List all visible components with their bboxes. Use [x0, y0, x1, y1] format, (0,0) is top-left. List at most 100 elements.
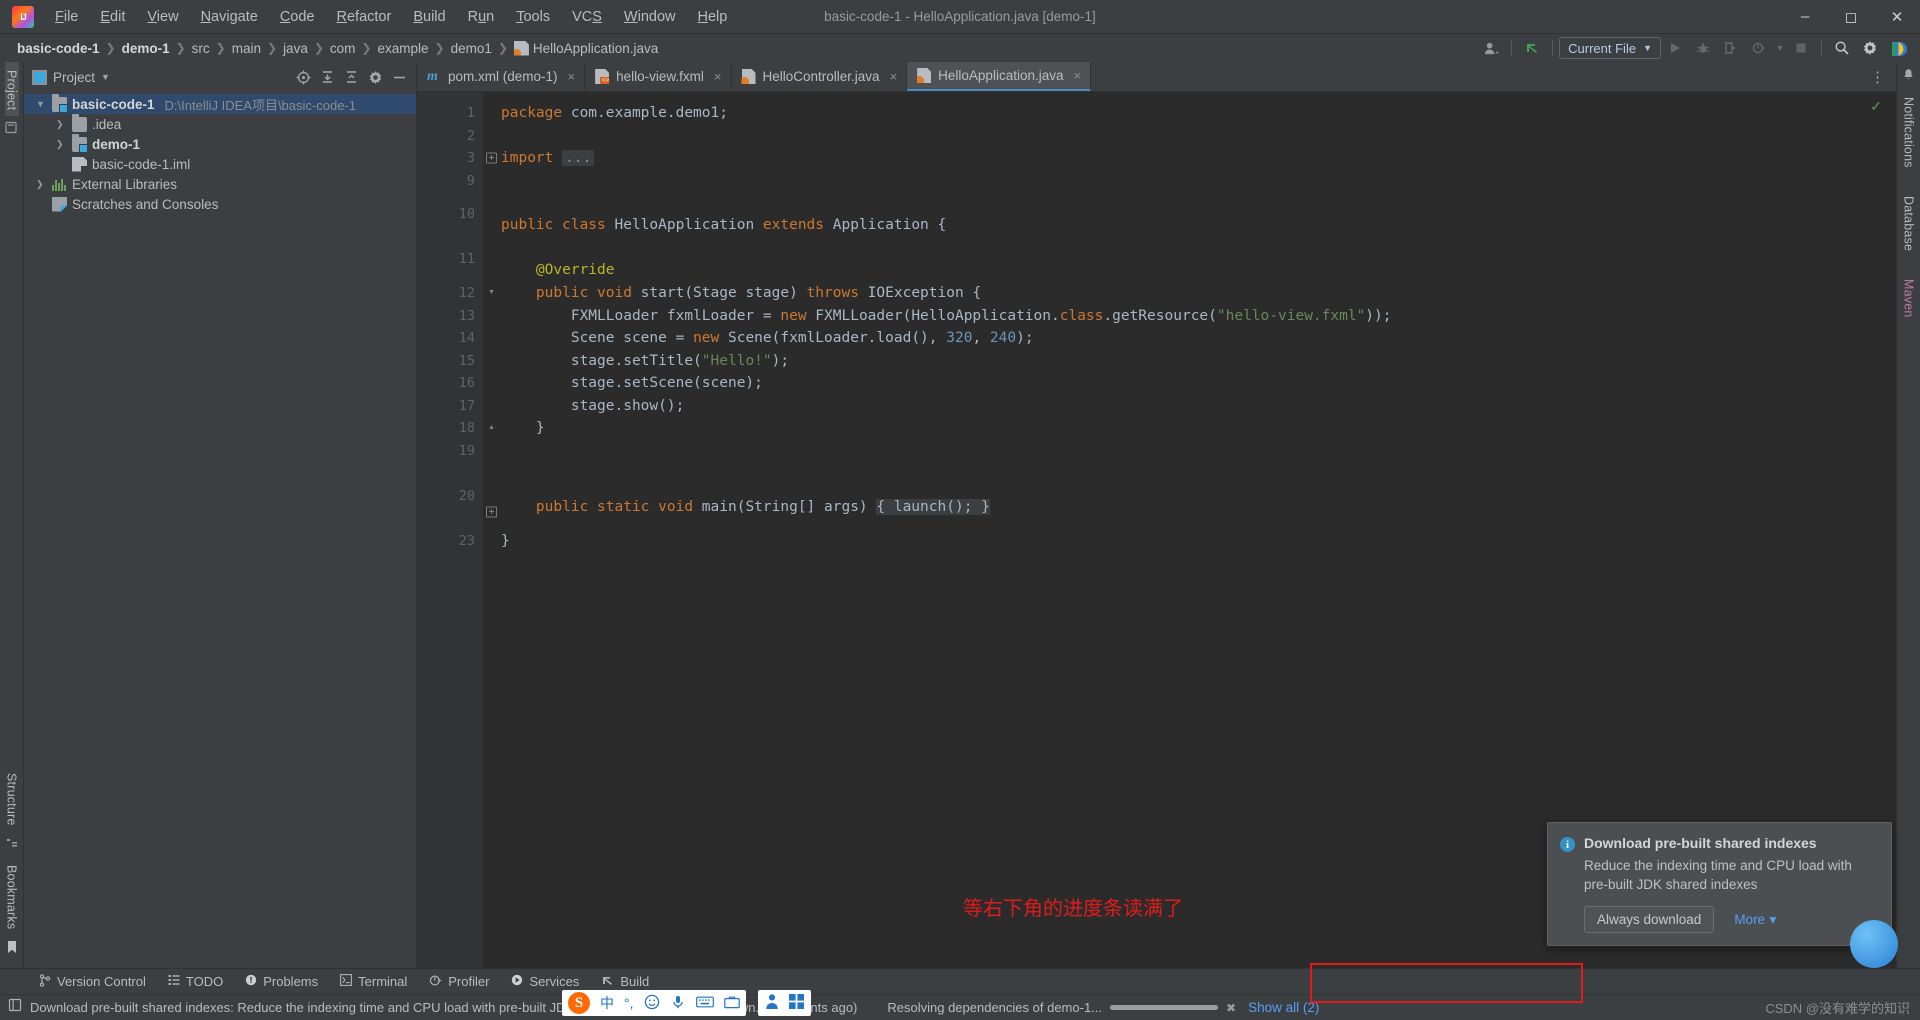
- search-everywhere-icon[interactable]: [1828, 36, 1856, 60]
- microphone-icon[interactable]: [670, 994, 686, 1013]
- breadcrumb-item-8[interactable]: HelloApplication.java: [509, 40, 663, 57]
- close-icon[interactable]: ×: [568, 69, 576, 84]
- profiler-icon[interactable]: [1745, 36, 1773, 60]
- gear-icon[interactable]: [364, 66, 386, 88]
- bottom-tab-services[interactable]: Services: [500, 971, 590, 992]
- assistant-bubble-icon[interactable]: [1850, 920, 1898, 968]
- keyboard-icon[interactable]: [695, 995, 714, 1012]
- breadcrumb-item-2[interactable]: src: [187, 40, 215, 57]
- close-icon[interactable]: ×: [714, 69, 722, 84]
- breadcrumb-item-4[interactable]: java: [278, 40, 313, 57]
- bottom-tab-version-control[interactable]: Version Control: [28, 971, 157, 993]
- editor-tab-pom-xml[interactable]: m pom.xml (demo-1) ×: [417, 62, 586, 91]
- structure-icon[interactable]: [6, 837, 18, 852]
- hide-panel-icon[interactable]: [388, 66, 410, 88]
- menu-refactor[interactable]: Refactor: [326, 5, 403, 29]
- rail-button-project[interactable]: Project: [4, 62, 19, 117]
- expand-all-icon[interactable]: [316, 66, 338, 88]
- breadcrumb-item-6[interactable]: example: [372, 40, 433, 57]
- bookmark-icon[interactable]: [6, 940, 18, 957]
- close-icon[interactable]: ✕: [1874, 0, 1920, 34]
- editor-tab-hello-controller-java[interactable]: HelloController.java ×: [732, 62, 908, 91]
- collapse-all-icon[interactable]: [340, 66, 362, 88]
- editor-tab-hello-view-fxml[interactable]: hello-view.fxml ×: [585, 62, 732, 91]
- menu-help[interactable]: Help: [686, 5, 738, 29]
- chevron-down-icon[interactable]: ▼: [101, 72, 110, 82]
- breadcrumb-item-1[interactable]: demo-1: [117, 40, 175, 57]
- run-configuration-selector[interactable]: Current File ▼: [1559, 37, 1661, 59]
- tree-node-external-libraries[interactable]: ❯ External Libraries: [24, 174, 416, 194]
- rail-button-notifications[interactable]: Notifications: [1902, 89, 1916, 174]
- minimize-icon[interactable]: –: [1782, 0, 1828, 34]
- menu-vcs[interactable]: VCS: [561, 5, 613, 29]
- run-icon[interactable]: [1661, 36, 1689, 60]
- chevron-right-icon[interactable]: ❯: [56, 139, 67, 150]
- editor-gutter[interactable]: 1 2 3 + 9 10 11 12 ▾ 13 14 15 16 17 18 ▴ 19…: [417, 92, 497, 968]
- account-icon[interactable]: [1477, 36, 1505, 60]
- rail-button-bookmarks[interactable]: Bookmarks: [5, 857, 19, 935]
- select-opened-file-icon[interactable]: [292, 66, 314, 88]
- maximize-icon[interactable]: ◻: [1828, 0, 1874, 34]
- rail-button-maven[interactable]: Maven: [1902, 271, 1916, 324]
- event-log-icon[interactable]: [8, 998, 22, 1017]
- rail-button-structure[interactable]: Structure: [5, 765, 19, 832]
- breadcrumb-item-3[interactable]: main: [227, 40, 266, 57]
- inspection-ok-icon[interactable]: ✓: [1870, 98, 1882, 115]
- toolbox-icon[interactable]: [723, 995, 740, 1012]
- emoji-icon[interactable]: [644, 994, 660, 1013]
- menu-bar: File Edit View Navigate Code Refactor Bu…: [44, 5, 738, 29]
- bottom-tab-profiler[interactable]: Profiler: [418, 971, 500, 993]
- debug-icon[interactable]: [1689, 36, 1717, 60]
- chevron-right-icon[interactable]: ❯: [36, 179, 47, 190]
- menu-tools[interactable]: Tools: [505, 5, 561, 29]
- editor-tab-hello-application-java[interactable]: HelloApplication.java ×: [907, 62, 1092, 91]
- more-link[interactable]: More ▾: [1734, 911, 1776, 929]
- ide-plugin-icon[interactable]: [1884, 36, 1912, 60]
- folded-imports[interactable]: ...: [562, 150, 595, 166]
- editor-tab-options[interactable]: ⋮: [1860, 62, 1896, 91]
- always-download-button[interactable]: Always download: [1584, 906, 1715, 933]
- menu-file[interactable]: File: [44, 5, 89, 29]
- ime-punctuation-label[interactable]: °,: [624, 995, 634, 1011]
- settings-gear-icon[interactable]: [1856, 36, 1884, 60]
- show-all-link[interactable]: Show all (2): [1248, 1000, 1319, 1015]
- commit-icon[interactable]: [5, 121, 18, 137]
- sogou-ime-logo-icon[interactable]: S: [568, 992, 590, 1014]
- menu-build[interactable]: Build: [402, 5, 456, 29]
- ime-toolbar[interactable]: S 中 °,: [562, 990, 746, 1016]
- menu-navigate[interactable]: Navigate: [190, 5, 269, 29]
- chevron-down-icon[interactable]: ▼: [36, 99, 47, 109]
- green-arrow-icon[interactable]: [1518, 36, 1546, 60]
- ime-extra-toolbar[interactable]: [758, 990, 811, 1016]
- tree-node-idea[interactable]: ❯ .idea: [24, 113, 416, 134]
- bottom-tab-todo[interactable]: TODO: [157, 971, 234, 992]
- cancel-icon[interactable]: ✖: [1226, 1001, 1236, 1015]
- close-icon[interactable]: ×: [1073, 68, 1081, 83]
- more-options-icon[interactable]: ⋮: [1870, 68, 1886, 86]
- menu-code[interactable]: Code: [269, 5, 326, 29]
- menu-edit[interactable]: Edit: [89, 5, 136, 29]
- bottom-tab-terminal[interactable]: Terminal: [329, 971, 418, 992]
- tree-node-scratches-and-consoles[interactable]: Scratches and Consoles: [24, 194, 416, 214]
- chevron-right-icon[interactable]: ❯: [56, 119, 67, 130]
- ime-mode-label[interactable]: 中: [600, 993, 614, 1013]
- ime-user-icon[interactable]: [764, 993, 780, 1013]
- close-icon[interactable]: ×: [890, 69, 898, 84]
- menu-run[interactable]: Run: [457, 5, 506, 29]
- menu-view[interactable]: View: [136, 5, 189, 29]
- breadcrumb-item-7[interactable]: demo1: [446, 40, 497, 57]
- stop-icon[interactable]: [1787, 36, 1815, 60]
- tree-node-iml[interactable]: basic-code-1.iml: [24, 154, 416, 174]
- notification-popup[interactable]: i Download pre-built shared indexes Redu…: [1547, 822, 1892, 946]
- tree-node-demo-1[interactable]: ❯ demo-1: [24, 133, 416, 154]
- breadcrumb-item-0[interactable]: basic-code-1: [12, 40, 105, 57]
- breadcrumb-item-5[interactable]: com: [325, 40, 361, 57]
- run-with-coverage-icon[interactable]: [1717, 36, 1745, 60]
- chevron-down-icon[interactable]: ▼: [1773, 36, 1787, 60]
- ime-apps-icon[interactable]: [788, 993, 805, 1013]
- tree-node-basic-code-1[interactable]: ▼ basic-code-1 D:\IntelliJ IDEA项目\basic-…: [24, 93, 416, 114]
- menu-window[interactable]: Window: [613, 5, 687, 29]
- notifications-bell-icon[interactable]: [1902, 68, 1915, 84]
- bottom-tab-problems[interactable]: Problems: [234, 971, 329, 992]
- rail-button-database[interactable]: Database: [1902, 188, 1916, 257]
